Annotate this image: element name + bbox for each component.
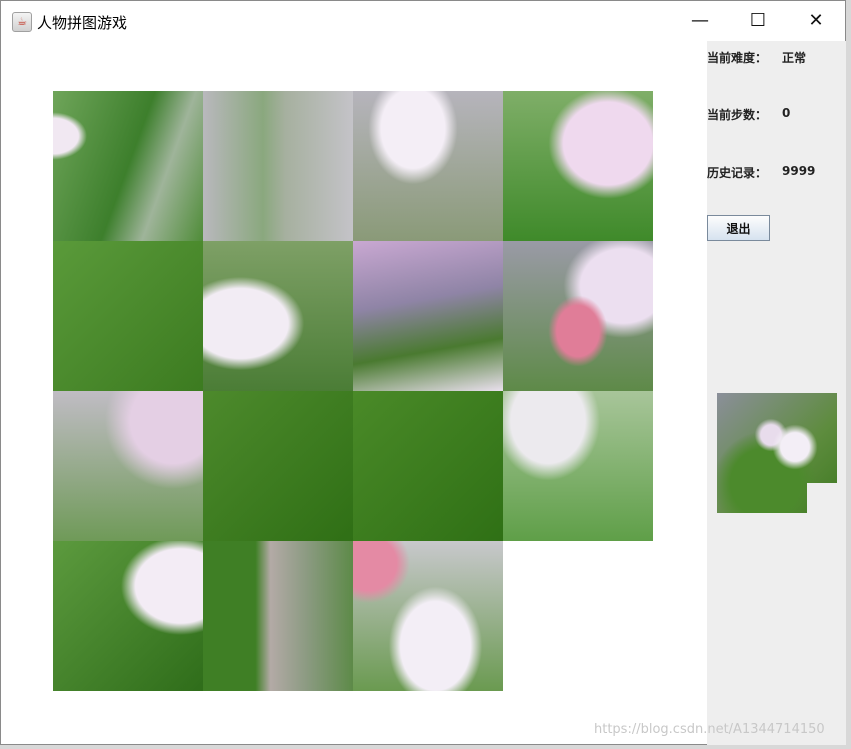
puzzle-tile[interactable] bbox=[203, 391, 353, 541]
minimize-button[interactable]: — bbox=[680, 9, 720, 33]
window-title: 人物拼图游戏 bbox=[37, 14, 128, 32]
steps-value: 0 bbox=[782, 106, 791, 120]
info-panel: 当前难度： 正常 当前步数： 0 历史记录： 9999 退出 bbox=[707, 41, 846, 745]
puzzle-board bbox=[53, 91, 653, 691]
record-label: 历史记录： bbox=[707, 166, 768, 180]
puzzle-tile[interactable] bbox=[53, 241, 203, 391]
puzzle-tile[interactable] bbox=[353, 91, 503, 241]
puzzle-tile[interactable] bbox=[503, 91, 653, 241]
reference-thumbnail bbox=[717, 393, 837, 513]
puzzle-tile[interactable] bbox=[203, 91, 353, 241]
difficulty-value: 正常 bbox=[782, 51, 807, 65]
game-window: ☕ 人物拼图游戏 — ☐ ✕ 当前难度： 正常 当前步数： 0 历史记录： 99… bbox=[0, 0, 846, 745]
close-button[interactable]: ✕ bbox=[796, 9, 836, 33]
puzzle-tile[interactable] bbox=[203, 541, 353, 691]
puzzle-tile[interactable] bbox=[353, 391, 503, 541]
thumbnail-empty-corner bbox=[807, 483, 837, 513]
puzzle-tile[interactable] bbox=[503, 391, 653, 541]
puzzle-tile[interactable] bbox=[53, 541, 203, 691]
title-bar: ☕ 人物拼图游戏 — ☐ ✕ bbox=[1, 1, 845, 41]
puzzle-tile[interactable] bbox=[203, 241, 353, 391]
record-value: 9999 bbox=[782, 164, 816, 178]
puzzle-tile[interactable] bbox=[53, 91, 203, 241]
puzzle-tile[interactable] bbox=[353, 241, 503, 391]
steps-label: 当前步数： bbox=[707, 108, 768, 122]
puzzle-tile[interactable] bbox=[503, 241, 653, 391]
puzzle-tile[interactable] bbox=[353, 541, 503, 691]
difficulty-label: 当前难度： bbox=[707, 51, 768, 65]
exit-button[interactable]: 退出 bbox=[707, 215, 770, 241]
java-icon: ☕ bbox=[12, 12, 32, 32]
maximize-button[interactable]: ☐ bbox=[738, 9, 778, 33]
watermark: https://blog.csdn.net/A1344714150 bbox=[594, 722, 825, 737]
puzzle-tile[interactable] bbox=[53, 391, 203, 541]
empty-tile[interactable] bbox=[503, 541, 653, 691]
